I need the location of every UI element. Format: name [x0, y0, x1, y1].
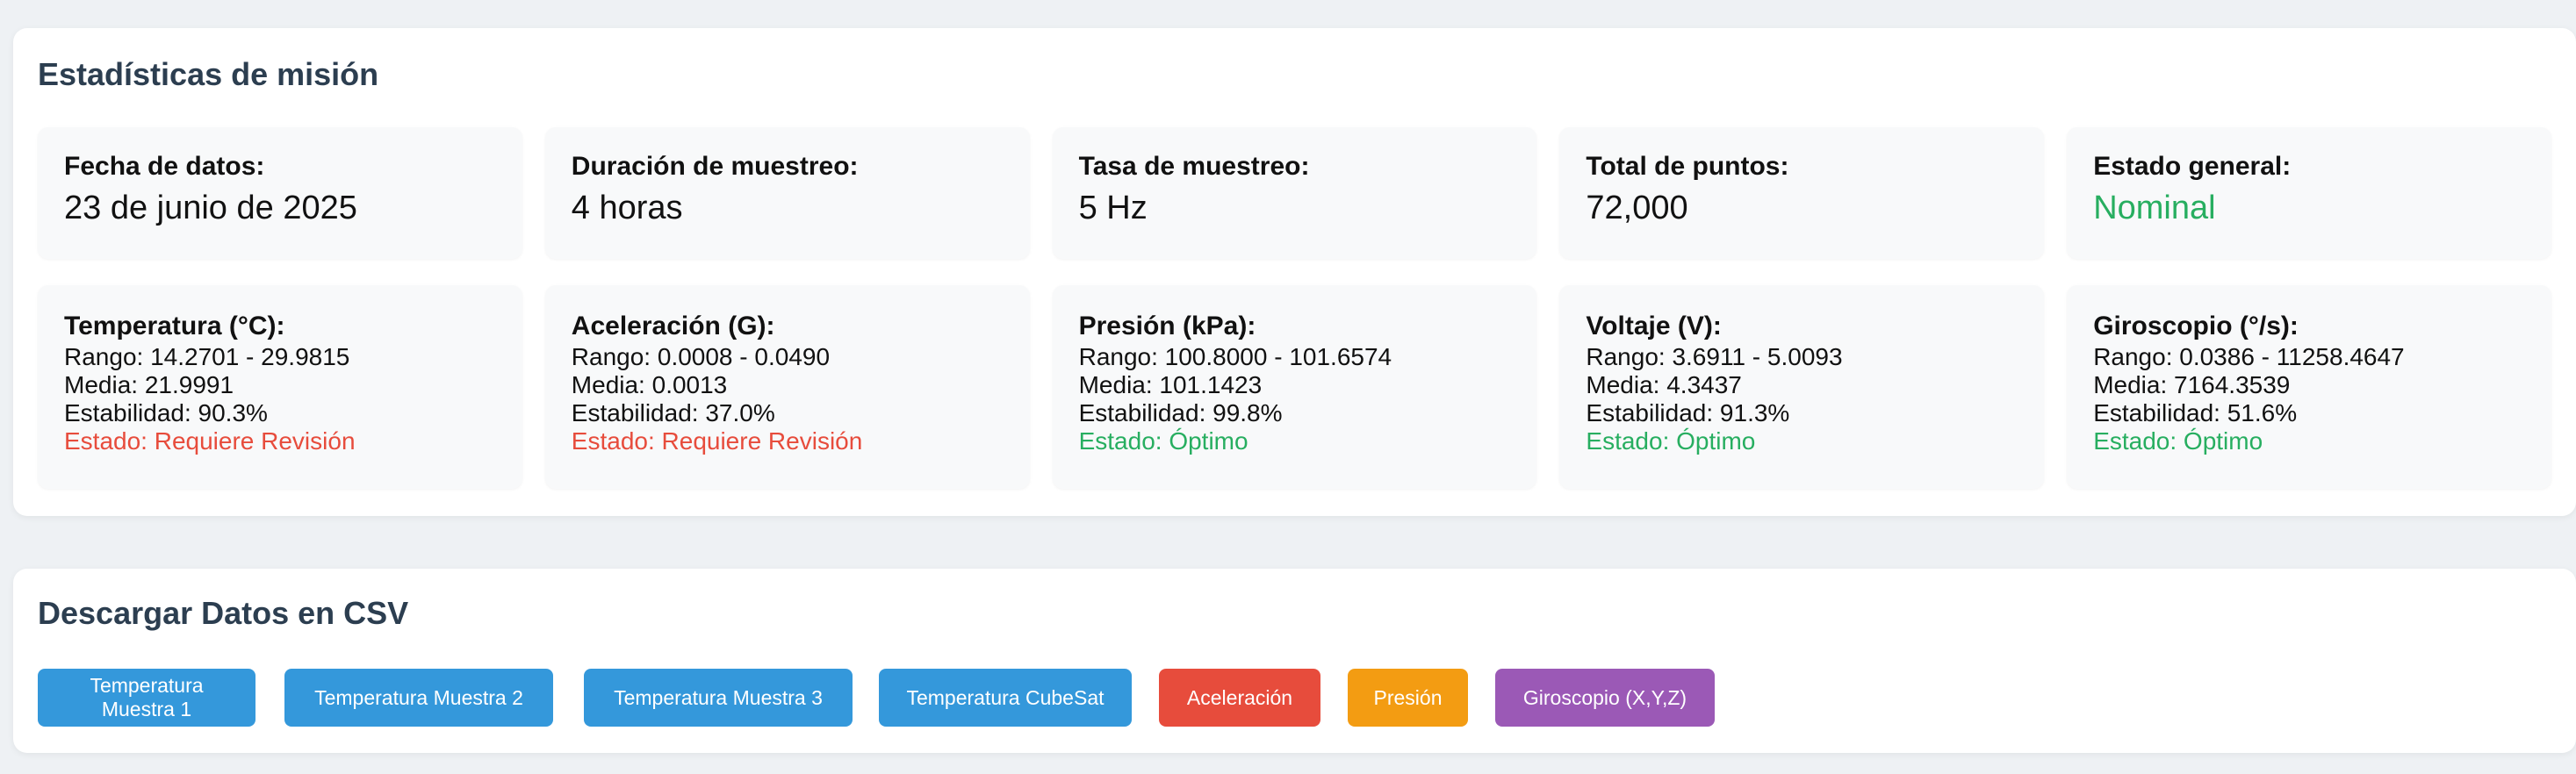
sensor-mean: Media: 4.3437	[1586, 371, 1742, 398]
overall-status-badge: Nominal	[2093, 190, 2216, 226]
download-temp-sample-3-button[interactable]: Temperatura Muestra 3	[584, 669, 853, 727]
sensor-stability: Estabilidad: 90.3%	[64, 399, 268, 426]
stats-title: Estadísticas de misión	[38, 56, 379, 92]
summary-label: Estado general:	[2093, 152, 2292, 181]
summary-tile-points: Total de puntos: 72,000	[1559, 127, 2045, 259]
sensor-label: Giroscopio (°/s):	[2093, 312, 2299, 340]
sensor-mean: Media: 0.0013	[571, 371, 728, 398]
sensor-tile-voltage: Voltaje (V): Rango: 3.6911 - 5.0093 Medi…	[1559, 285, 2045, 489]
summary-tile-status: Estado general: Nominal	[2067, 127, 2551, 259]
sensor-stability: Estabilidad: 37.0%	[571, 399, 775, 426]
download-temp-sample-2-button[interactable]: Temperatura Muestra 2	[284, 669, 553, 727]
sensor-tile-acceleration: Aceleración (G): Rango: 0.0008 - 0.0490 …	[544, 285, 1030, 489]
sensor-status: Estado: Requiere Revisión	[64, 427, 356, 455]
summary-label: Tasa de muestreo:	[1078, 152, 1310, 181]
summary-value: 72,000	[1586, 190, 1688, 226]
sensor-status: Estado: Requiere Revisión	[571, 427, 863, 455]
summary-label: Total de puntos:	[1586, 152, 1789, 181]
summary-value: 23 de junio de 2025	[64, 190, 357, 226]
sensor-stability: Estabilidad: 99.8%	[1078, 399, 1283, 426]
sensor-status: Estado: Óptimo	[1078, 427, 1248, 455]
download-acceleration-button[interactable]: Aceleración	[1159, 669, 1320, 727]
sensor-label: Voltaje (V):	[1586, 312, 1722, 340]
sensor-range: Rango: 3.6911 - 5.0093	[1586, 343, 1843, 370]
summary-grid: Fecha de datos: 23 de junio de 2025 Dura…	[38, 127, 2551, 259]
summary-value: 5 Hz	[1078, 190, 1148, 226]
download-button-row: Temperatura Muestra 1 Temperatura Muestr…	[38, 669, 1715, 727]
download-title: Descargar Datos en CSV	[38, 595, 409, 631]
download-temp-sample-1-button[interactable]: Temperatura Muestra 1	[38, 669, 255, 727]
sensor-tile-temperature: Temperatura (°C): Rango: 14.2701 - 29.98…	[38, 285, 522, 489]
sensor-range: Rango: 0.0008 - 0.0490	[571, 343, 831, 370]
sensor-stability: Estabilidad: 91.3%	[1586, 399, 1790, 426]
sensor-label: Aceleración (G):	[571, 312, 775, 340]
sensor-label: Temperatura (°C):	[64, 312, 285, 340]
sensor-label: Presión (kPa):	[1078, 312, 1256, 340]
sensor-range: Rango: 14.2701 - 29.9815	[64, 343, 350, 370]
sensor-range: Rango: 100.8000 - 101.6574	[1078, 343, 1392, 370]
sensor-stability: Estabilidad: 51.6%	[2093, 399, 2298, 426]
sensor-mean: Media: 101.1423	[1078, 371, 1263, 398]
sensor-range: Rango: 0.0386 - 11258.4647	[2093, 343, 2405, 370]
summary-tile-date: Fecha de datos: 23 de junio de 2025	[38, 127, 522, 259]
sensor-tile-pressure: Presión (kPa): Rango: 100.8000 - 101.657…	[1052, 285, 1537, 489]
download-card: Descargar Datos en CSV Temperatura Muest…	[13, 569, 2576, 753]
summary-label: Duración de muestreo:	[571, 152, 859, 181]
sensor-grid: Temperatura (°C): Rango: 14.2701 - 29.98…	[38, 285, 2551, 518]
sensor-tile-gyroscope: Giroscopio (°/s): Rango: 0.0386 - 11258.…	[2067, 285, 2551, 489]
sensor-status: Estado: Óptimo	[2093, 427, 2263, 455]
sensor-mean: Media: 7164.3539	[2093, 371, 2291, 398]
download-temp-cubesat-button[interactable]: Temperatura CubeSat	[879, 669, 1132, 727]
download-pressure-button[interactable]: Presión	[1348, 669, 1468, 727]
summary-value: 4 horas	[571, 190, 683, 226]
summary-tile-rate: Tasa de muestreo: 5 Hz	[1052, 127, 1537, 259]
download-gyroscope-button[interactable]: Giroscopio (X,Y,Z)	[1495, 669, 1715, 727]
sensor-status: Estado: Óptimo	[1586, 427, 1756, 455]
summary-label: Fecha de datos:	[64, 152, 265, 181]
summary-tile-duration: Duración de muestreo: 4 horas	[544, 127, 1030, 259]
mission-stats-card: Estadísticas de misión Fecha de datos: 2…	[13, 28, 2576, 516]
sensor-mean: Media: 21.9991	[64, 371, 234, 398]
